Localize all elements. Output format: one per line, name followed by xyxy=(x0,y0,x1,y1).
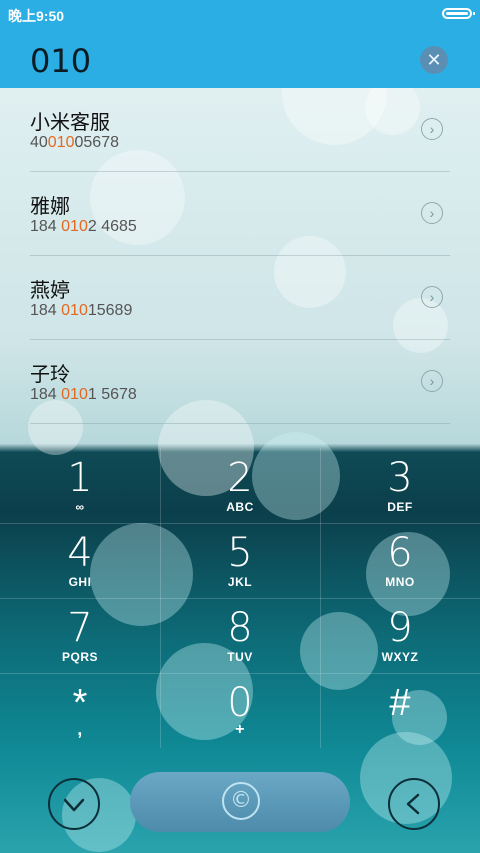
chevron-right-icon[interactable]: › xyxy=(421,286,443,308)
contact-number: 184 0102 4685 xyxy=(30,218,137,235)
key-digit: 9 xyxy=(387,605,413,651)
voicemail-icon: ∞ xyxy=(75,500,85,514)
dialed-number-bar: 010 xyxy=(0,28,480,88)
list-item[interactable]: 燕婷 184 01015689 › xyxy=(0,256,480,340)
key-hash[interactable]: # xyxy=(320,673,480,748)
key-star[interactable]: * , xyxy=(0,673,160,748)
key-letters: PQRS xyxy=(61,650,98,664)
status-bar: 晚上9:50 xyxy=(0,0,480,28)
key-digit: 1 xyxy=(67,455,93,501)
contact-number: 184 01015689 xyxy=(30,302,133,319)
list-item[interactable]: 子玲 184 0101 5678 › xyxy=(0,340,480,424)
key-letters: JKL xyxy=(227,575,253,589)
key-0[interactable]: 0 + xyxy=(160,673,320,748)
chevron-right-icon[interactable]: › xyxy=(421,118,443,140)
key-letters: MNO xyxy=(385,575,415,589)
key-digit: 5 xyxy=(227,530,253,576)
contact-number: 4001005678 xyxy=(30,134,119,151)
key-letters: DEF xyxy=(387,500,413,514)
chevron-left-icon xyxy=(406,793,420,815)
collapse-keypad-button[interactable] xyxy=(48,778,100,830)
key-digit: 4 xyxy=(67,530,93,576)
key-7[interactable]: 7 PQRS xyxy=(0,598,160,673)
chevron-down-icon xyxy=(63,798,85,812)
contact-name: 子玲 xyxy=(30,362,70,386)
key-3[interactable]: 3 DEF xyxy=(320,448,480,523)
list-item[interactable]: 雅娜 184 0102 4685 › xyxy=(0,172,480,256)
status-time: 晚上9:50 xyxy=(8,8,65,24)
key-letters: + xyxy=(235,721,245,738)
dialer-bottom-bar: © xyxy=(0,760,480,853)
contact-number: 184 0101 5678 xyxy=(30,386,137,403)
key-1[interactable]: 1 ∞ xyxy=(0,448,160,523)
contact-name: 燕婷 xyxy=(30,278,70,302)
key-digit: 8 xyxy=(227,605,253,651)
key-digit: 0 xyxy=(227,680,253,726)
key-digit: * xyxy=(72,682,88,724)
contact-list: 小米客服 4001005678 › 雅娜 184 0102 4685 › 燕婷 … xyxy=(0,88,480,448)
chevron-right-icon[interactable]: › xyxy=(421,202,443,224)
key-8[interactable]: 8 TUV xyxy=(160,598,320,673)
key-4[interactable]: 4 GHI xyxy=(0,523,160,598)
list-item[interactable]: 小米客服 4001005678 › xyxy=(0,88,480,172)
key-6[interactable]: 6 MNO xyxy=(320,523,480,598)
backspace-button[interactable] xyxy=(388,778,440,830)
contact-name: 小米客服 xyxy=(30,110,110,134)
copyright-call-icon: © xyxy=(222,782,260,820)
chevron-right-icon[interactable]: › xyxy=(421,370,443,392)
call-button[interactable]: © xyxy=(130,772,350,832)
key-digit: 6 xyxy=(387,530,413,576)
key-digit: 3 xyxy=(387,455,413,501)
divider xyxy=(30,423,450,424)
key-letters: WXYZ xyxy=(381,650,419,664)
contact-name: 雅娜 xyxy=(30,194,70,218)
key-letters: , xyxy=(77,719,83,739)
dialer-screen: 晚上9:50 010 ✕ 小米客服 4001005678 › 雅娜 184 01… xyxy=(0,0,480,853)
key-digit: 2 xyxy=(227,455,253,501)
key-digit: 7 xyxy=(67,605,93,651)
key-5[interactable]: 5 JKL xyxy=(160,523,320,598)
clear-glyph: ✕ xyxy=(426,50,442,70)
key-letters: ABC xyxy=(226,500,254,514)
key-letters: TUV xyxy=(227,650,253,664)
key-digit: # xyxy=(389,682,411,724)
key-2[interactable]: 2 ABC xyxy=(160,448,320,523)
battery-icon xyxy=(442,8,475,19)
clear-icon[interactable]: ✕ xyxy=(420,46,448,74)
key-letters: GHI xyxy=(68,575,92,589)
dialed-number: 010 xyxy=(30,42,92,80)
dial-keypad: 1 ∞ 2 ABC 3 DEF 4 GHI 5 JKL 6 MNO 7 PQRS… xyxy=(0,448,480,748)
key-9[interactable]: 9 WXYZ xyxy=(320,598,480,673)
